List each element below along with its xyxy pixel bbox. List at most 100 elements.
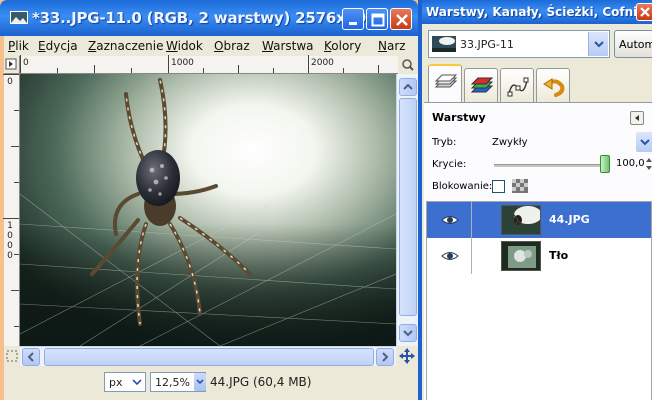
spider-thumbnail-icon xyxy=(502,206,540,234)
ruler-label: 0 xyxy=(7,241,13,251)
vertical-scroll-thumb[interactable] xyxy=(399,98,417,316)
ruler-tick xyxy=(57,68,58,73)
menu-item-colors[interactable]: Kolory xyxy=(324,39,361,53)
layer-row[interactable]: Tło xyxy=(427,238,651,274)
zoom-fit-button[interactable] xyxy=(398,56,418,74)
menu-item-file[interactable]: Plik xyxy=(8,39,29,53)
ruler-tick xyxy=(14,326,19,327)
layer-thumbnail xyxy=(501,241,541,271)
menu-item-select[interactable]: Zaznaczenie xyxy=(88,39,163,53)
navigate-button[interactable] xyxy=(396,346,418,366)
chevron-down-icon xyxy=(640,139,650,146)
dock-window: Warstwy, Kanały, Ścieżki, Cofnię... 33.J… xyxy=(418,0,652,400)
horizontal-scrollbar[interactable] xyxy=(20,346,396,366)
image-selector[interactable]: 33.JPG-11 xyxy=(428,30,610,58)
lock-alpha-checkbox[interactable] xyxy=(492,180,505,193)
minimize-button[interactable] xyxy=(342,8,364,30)
menu-bar: Plik Edycja Zaznaczenie Widok Obraz Wars… xyxy=(4,36,418,56)
ruler-tick xyxy=(3,74,19,75)
scroll-up-button[interactable] xyxy=(399,78,417,96)
mode-label: Tryb: xyxy=(432,137,457,148)
tab-layers[interactable] xyxy=(428,64,462,102)
vertical-scrollbar[interactable] xyxy=(396,74,418,346)
auto-button[interactable]: Autom. xyxy=(614,30,652,58)
ruler-label: 0 xyxy=(7,251,13,261)
dock-close-button[interactable] xyxy=(636,3,652,21)
menu-item-tools[interactable]: Narz xyxy=(378,39,406,53)
dock-title: Warstwy, Kanały, Ścieżki, Cofnię... xyxy=(426,5,652,19)
screenshot-root: *33..JPG-11.0 (RGB, 2 warstwy) 2576x19..… xyxy=(0,0,652,400)
opacity-value[interactable]: 100,0 xyxy=(616,158,645,169)
ruler-tick xyxy=(14,182,19,183)
zoom-value: 12,5% xyxy=(155,376,190,389)
ruler-tick xyxy=(11,146,19,147)
menu-item-view[interactable]: Widok xyxy=(166,39,203,53)
opacity-label: Krycie: xyxy=(432,159,467,170)
tab-undo[interactable] xyxy=(536,68,570,102)
chevron-left-icon xyxy=(27,352,34,362)
scroll-down-button[interactable] xyxy=(399,324,417,342)
eye-icon[interactable] xyxy=(441,214,459,226)
menu-item-edit[interactable]: Edycja xyxy=(38,39,78,53)
layer-name[interactable]: 44.JPG xyxy=(549,213,590,226)
ruler-label: 0 xyxy=(7,231,13,241)
move-cross-icon xyxy=(399,348,415,364)
scroll-right-button[interactable] xyxy=(376,348,394,366)
paths-tab-icon xyxy=(507,77,529,97)
close-button[interactable] xyxy=(390,8,412,30)
status-bar: px 12,5% 44.JPG (60,4 MB) xyxy=(4,366,418,400)
maximize-button[interactable] xyxy=(366,8,388,30)
ruler-tick xyxy=(378,65,379,73)
menu-item-layer[interactable]: Warstwa xyxy=(262,39,314,53)
eye-icon[interactable] xyxy=(441,250,459,262)
opacity-spin-arrows[interactable] xyxy=(644,156,652,172)
ruler-label: 2000 xyxy=(311,58,334,68)
mode-select[interactable]: Zwykły xyxy=(484,131,652,153)
menu-item-image[interactable]: Obraz xyxy=(214,39,250,53)
chevron-down-icon xyxy=(196,379,204,385)
image-window-title: *33..JPG-11.0 (RGB, 2 warstwy) 2576x19..… xyxy=(32,9,383,27)
horizontal-scroll-thumb[interactable] xyxy=(44,348,374,366)
quick-mask-toggle[interactable] xyxy=(4,346,20,366)
ruler-label: 1000 xyxy=(171,58,194,68)
zoom-dropdown-button[interactable] xyxy=(194,373,206,391)
close-icon xyxy=(640,7,650,17)
ruler-tick xyxy=(238,65,239,73)
image-selector-value: 33.JPG-11 xyxy=(460,38,514,51)
status-text: 44.JPG (60,4 MB) xyxy=(210,375,312,389)
quick-menu-button[interactable] xyxy=(4,56,20,74)
image-window-titlebar[interactable]: *33..JPG-11.0 (RGB, 2 warstwy) 2576x19..… xyxy=(0,0,418,36)
mode-dropdown-button[interactable] xyxy=(636,132,652,152)
layer-name[interactable]: Tło xyxy=(549,249,568,262)
opacity-slider-handle[interactable] xyxy=(600,155,610,173)
chevron-up-icon xyxy=(403,83,413,90)
scroll-left-button[interactable] xyxy=(22,348,40,366)
layer-row[interactable]: 44.JPG xyxy=(427,202,651,238)
chevron-down-icon xyxy=(594,41,604,48)
units-select[interactable]: px xyxy=(104,372,146,392)
image-thumbnail-icon xyxy=(10,11,28,24)
image-canvas[interactable] xyxy=(20,74,396,346)
flower-thumbnail-icon xyxy=(502,242,540,270)
zoom-icon xyxy=(402,59,414,71)
panel-title: Warstwy xyxy=(432,111,486,124)
image-selector-dropdown[interactable] xyxy=(588,32,608,56)
checkerboard-icon xyxy=(512,179,528,193)
dock-titlebar[interactable]: Warstwy, Kanały, Ścieżki, Cofnię... xyxy=(422,0,652,24)
image-thumbnail-icon xyxy=(432,36,456,52)
arrow-right-icon xyxy=(5,58,17,70)
minimize-icon xyxy=(349,22,357,25)
tab-paths[interactable] xyxy=(500,68,534,102)
image-window: *33..JPG-11.0 (RGB, 2 warstwy) 2576x19..… xyxy=(0,0,418,400)
ruler-label: 0 xyxy=(23,58,29,68)
tab-channels[interactable] xyxy=(464,68,498,102)
panel-menu-button[interactable] xyxy=(630,111,644,125)
ruler-label: 0 xyxy=(7,77,13,87)
opacity-slider[interactable] xyxy=(494,164,604,167)
row-separator xyxy=(471,202,472,238)
layers-tab-icon xyxy=(434,74,458,88)
ruler-tick xyxy=(168,55,169,73)
arrow-left-icon xyxy=(635,115,639,121)
ruler-tick xyxy=(14,254,19,255)
ruler-tick xyxy=(131,68,132,73)
